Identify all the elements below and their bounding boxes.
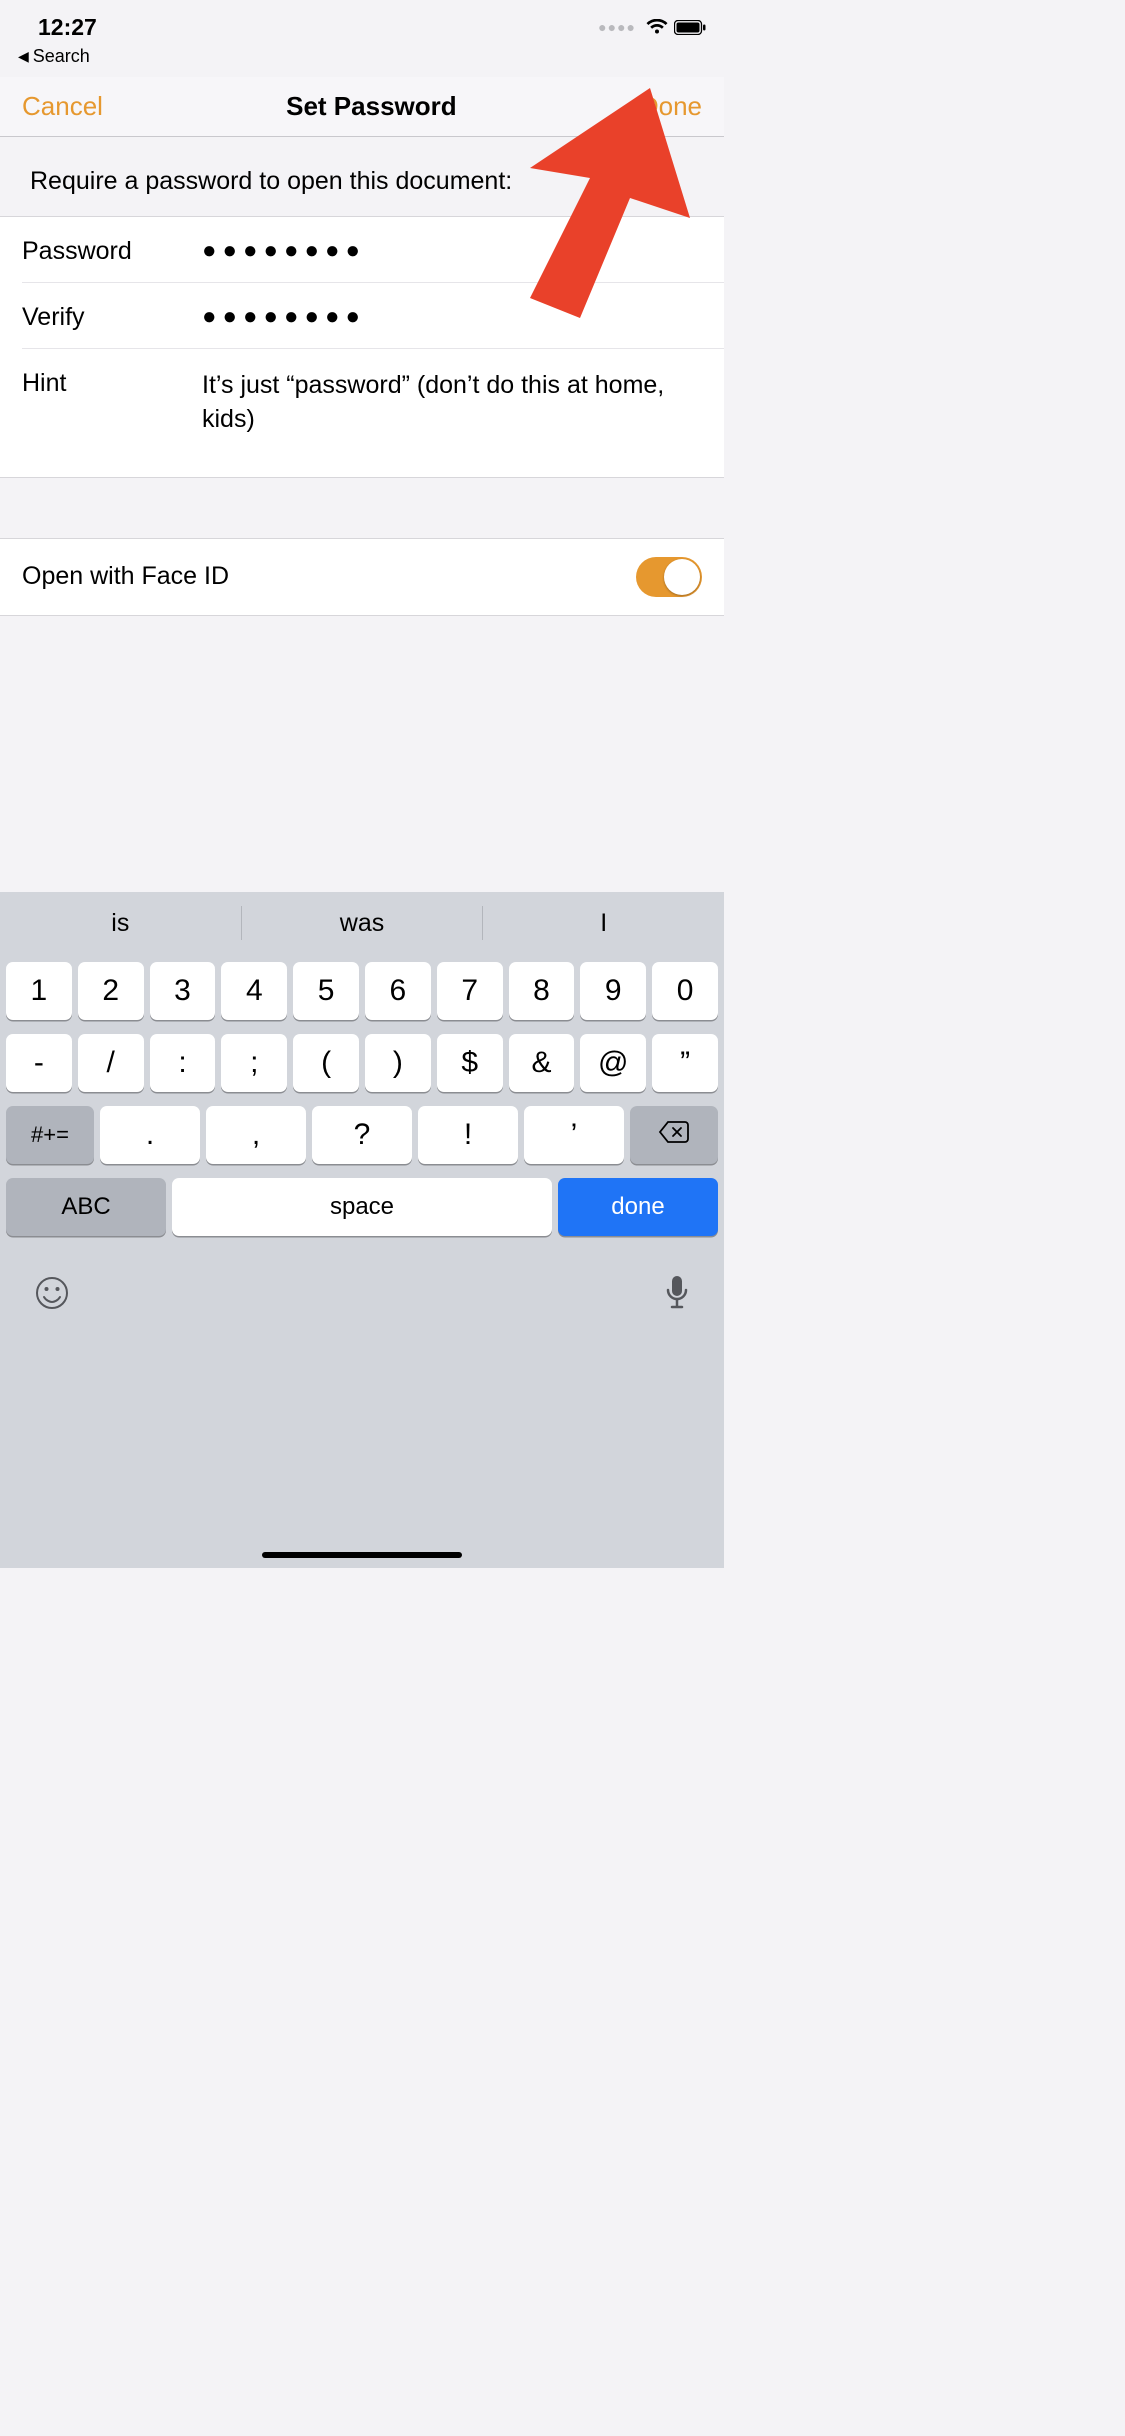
key-semicolon[interactable]: ;	[221, 1034, 287, 1092]
emoji-button[interactable]	[34, 1275, 70, 1314]
verify-value[interactable]: ●●●●●●●●	[202, 299, 702, 331]
backspace-icon	[658, 1118, 690, 1152]
page-title: Set Password	[286, 91, 457, 122]
keyboard: is was I 1 2 3 4 5 6 7 8 9 0 - / : ; ( )…	[0, 892, 724, 1568]
key-9[interactable]: 9	[580, 962, 646, 1020]
key-rows: 1 2 3 4 5 6 7 8 9 0 - / : ; ( ) $ & @ ” …	[0, 954, 724, 1236]
faceid-block: Open with Face ID	[0, 538, 724, 616]
key-slash[interactable]: /	[78, 1034, 144, 1092]
key-question[interactable]: ?	[312, 1106, 412, 1164]
key-7[interactable]: 7	[437, 962, 503, 1020]
done-button[interactable]: Done	[640, 91, 702, 122]
microphone-icon	[664, 1300, 690, 1315]
back-label: Search	[33, 46, 90, 67]
hint-row[interactable]: Hint It’s just “password” (don’t do this…	[22, 348, 724, 477]
back-triangle-icon: ◀	[18, 48, 29, 65]
key-symbols[interactable]: #+=	[6, 1106, 94, 1164]
key-5[interactable]: 5	[293, 962, 359, 1020]
key-done[interactable]: done	[558, 1178, 718, 1236]
wifi-icon	[646, 19, 668, 35]
suggestion-2[interactable]: was	[242, 892, 483, 954]
key-8[interactable]: 8	[509, 962, 575, 1020]
back-to-search[interactable]: ◀ Search	[0, 44, 724, 77]
key-closeparen[interactable]: )	[365, 1034, 431, 1092]
password-value[interactable]: ●●●●●●●●	[202, 233, 702, 265]
key-4[interactable]: 4	[221, 962, 287, 1020]
battery-icon	[674, 20, 706, 35]
key-amp[interactable]: &	[509, 1034, 575, 1092]
status-time: 12:27	[38, 14, 97, 41]
key-row-4: ABC space done	[6, 1178, 718, 1236]
suggestion-1[interactable]: is	[0, 892, 241, 954]
nav-bar: Cancel Set Password Done	[0, 77, 724, 137]
dictation-button[interactable]	[664, 1274, 690, 1315]
section-header: Require a password to open this document…	[0, 137, 724, 216]
password-row[interactable]: Password ●●●●●●●●	[0, 217, 724, 282]
home-indicator[interactable]	[262, 1552, 462, 1558]
key-delete[interactable]	[630, 1106, 718, 1164]
key-space[interactable]: space	[172, 1178, 552, 1236]
key-period[interactable]: .	[100, 1106, 200, 1164]
signal-dots-icon: ●●●●	[598, 19, 636, 35]
key-colon[interactable]: :	[150, 1034, 216, 1092]
keyboard-bottom	[0, 1250, 724, 1315]
verify-label: Verify	[22, 299, 202, 332]
key-at[interactable]: @	[580, 1034, 646, 1092]
hint-label: Hint	[22, 365, 202, 398]
verify-row[interactable]: Verify ●●●●●●●●	[22, 282, 724, 348]
keyboard-suggestions: is was I	[0, 892, 724, 954]
password-form: Password ●●●●●●●● Verify ●●●●●●●● Hint I…	[0, 216, 724, 478]
key-comma[interactable]: ,	[206, 1106, 306, 1164]
key-dollar[interactable]: $	[437, 1034, 503, 1092]
emoji-icon	[34, 1299, 70, 1314]
key-row-2: - / : ; ( ) $ & @ ”	[6, 1034, 718, 1092]
key-3[interactable]: 3	[150, 962, 216, 1020]
key-exclaim[interactable]: !	[418, 1106, 518, 1164]
hint-value[interactable]: It’s just “password” (don’t do this at h…	[202, 365, 702, 437]
status-bar: 12:27 ●●●●	[0, 0, 724, 44]
status-right: ●●●●	[598, 19, 706, 35]
key-dash[interactable]: -	[6, 1034, 72, 1092]
password-label: Password	[22, 233, 202, 266]
cancel-button[interactable]: Cancel	[22, 91, 103, 122]
faceid-toggle[interactable]	[636, 557, 702, 597]
key-1[interactable]: 1	[6, 962, 72, 1020]
key-openparen[interactable]: (	[293, 1034, 359, 1092]
faceid-label: Open with Face ID	[22, 562, 229, 591]
key-abc[interactable]: ABC	[6, 1178, 166, 1236]
key-6[interactable]: 6	[365, 962, 431, 1020]
key-2[interactable]: 2	[78, 962, 144, 1020]
faceid-row: Open with Face ID	[0, 539, 724, 615]
key-row-1: 1 2 3 4 5 6 7 8 9 0	[6, 962, 718, 1020]
key-0[interactable]: 0	[652, 962, 718, 1020]
suggestion-3[interactable]: I	[483, 892, 724, 954]
key-row-3: #+= . , ? ! ’	[6, 1106, 718, 1164]
key-apostrophe[interactable]: ’	[524, 1106, 624, 1164]
key-quote[interactable]: ”	[652, 1034, 718, 1092]
